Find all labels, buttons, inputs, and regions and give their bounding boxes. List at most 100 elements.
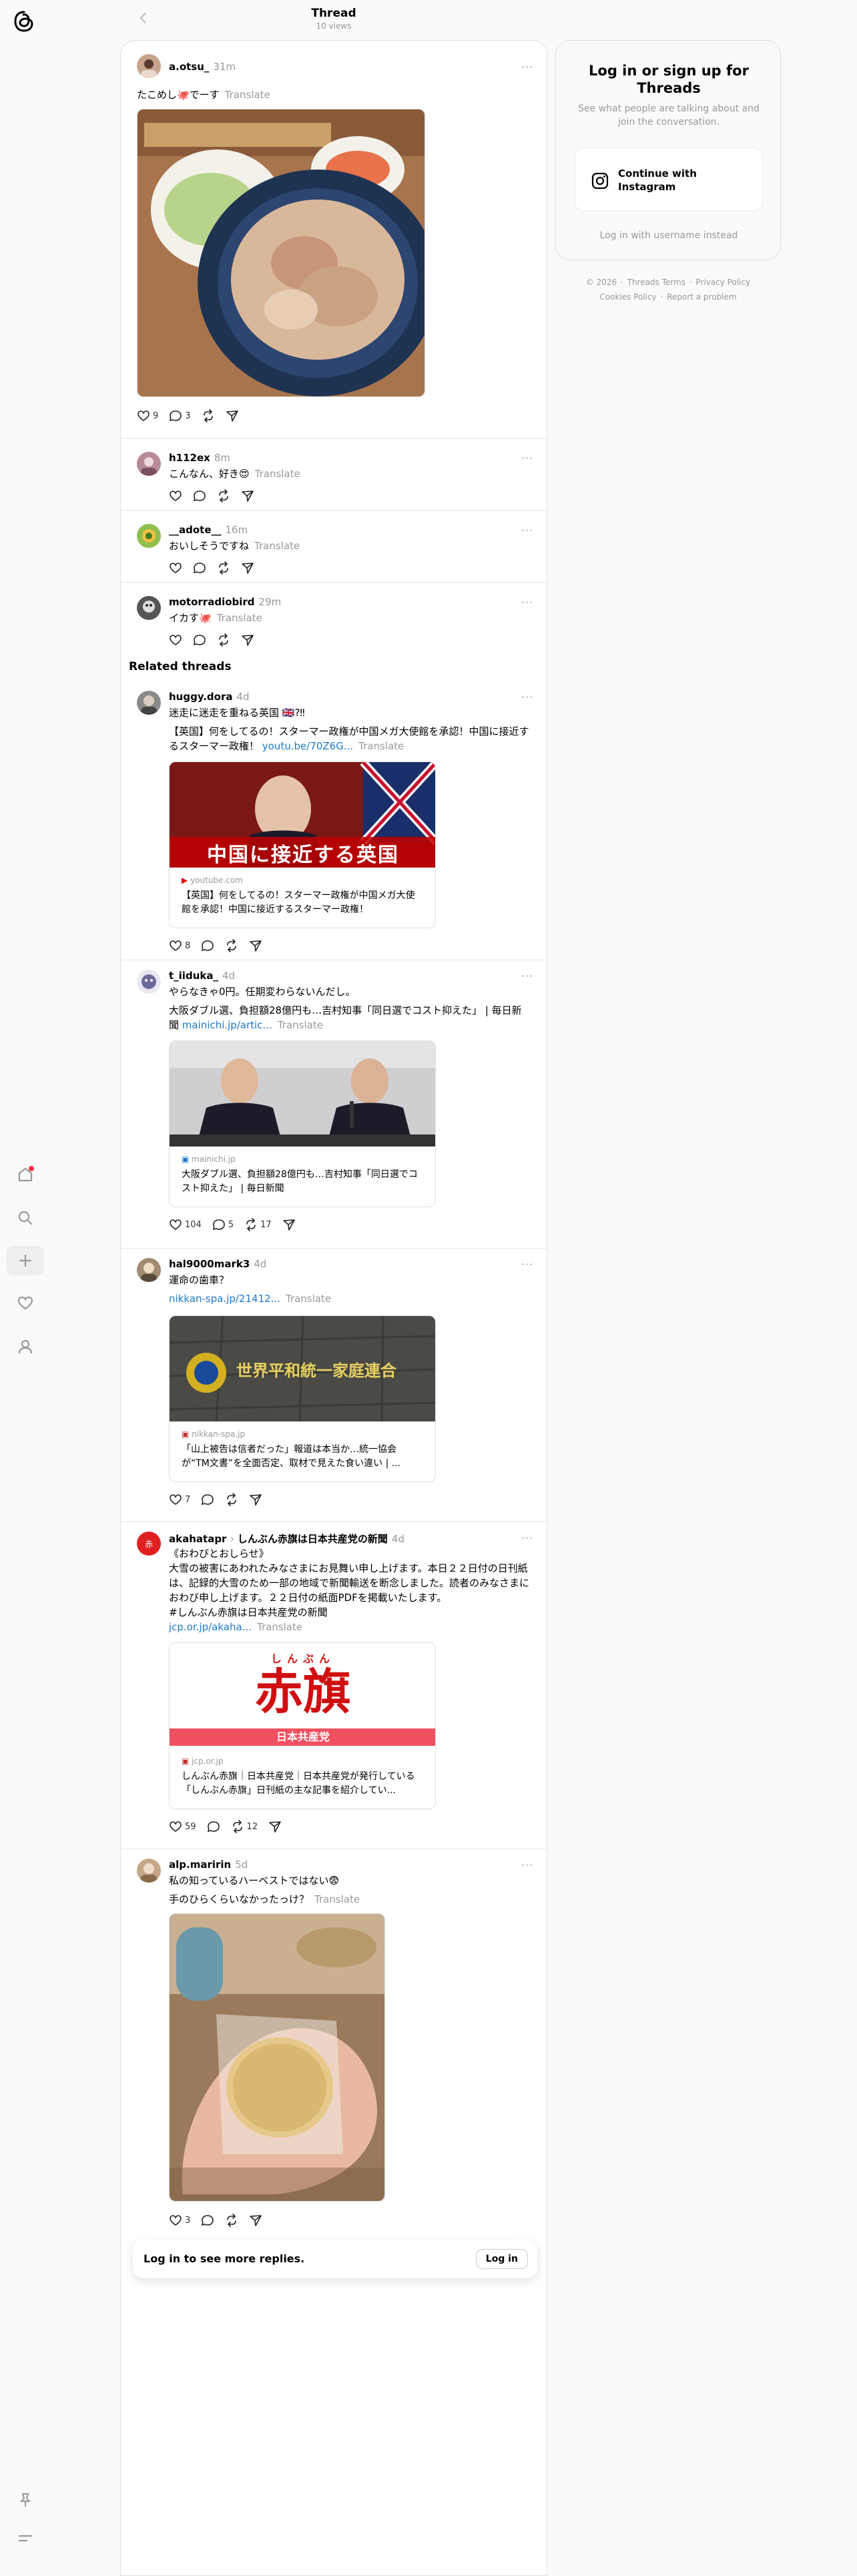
post-username[interactable]: huggy.dora 4d xyxy=(169,691,250,703)
post-link[interactable]: mainichi.jp/artic... xyxy=(182,1019,272,1031)
translate-link[interactable]: Translate xyxy=(358,740,404,752)
like-button[interactable] xyxy=(169,633,182,647)
repost-button[interactable] xyxy=(217,633,230,647)
reply-button[interactable] xyxy=(201,1493,214,1506)
menu-icon[interactable] xyxy=(13,2526,37,2550)
more-icon[interactable]: ··· xyxy=(521,691,533,703)
avatar[interactable]: 赤 xyxy=(137,1532,161,1556)
community-name[interactable]: しんぶん赤旗は日本共産党の新聞 xyxy=(238,1533,388,1545)
translate-link[interactable]: Translate xyxy=(225,89,270,101)
translate-link[interactable]: Translate xyxy=(255,468,300,480)
avatar[interactable] xyxy=(137,54,161,78)
avatar[interactable] xyxy=(137,524,161,548)
terms-link[interactable]: Threads Terms xyxy=(627,278,685,287)
link-card[interactable]: 世界平和統一家庭連合 ▣ nikkan-spa.jp 「山上被告は信者だった」報… xyxy=(169,1315,436,1482)
share-button[interactable] xyxy=(249,2214,262,2227)
search-icon[interactable] xyxy=(13,1206,37,1230)
like-button[interactable]: 7 xyxy=(169,1493,190,1506)
translate-link[interactable]: Translate xyxy=(286,1293,331,1305)
more-icon[interactable]: ··· xyxy=(521,596,533,609)
reply-button[interactable] xyxy=(193,489,206,503)
privacy-link[interactable]: Privacy Policy xyxy=(695,278,750,287)
post-username[interactable]: a.otsu_ 31m xyxy=(169,61,236,73)
like-button[interactable]: 9 xyxy=(137,409,158,422)
more-icon[interactable]: ··· xyxy=(521,1859,533,1871)
repost-button[interactable] xyxy=(225,2214,238,2227)
link-card[interactable]: しんぶん 赤旗 日本共産党 ▣ jcp.or.jp しんぶん赤旗｜日本共産党｜日… xyxy=(169,1642,436,1809)
like-button[interactable] xyxy=(169,489,182,503)
hashtag[interactable]: #しんぶん赤旗は日本共産党の新聞 xyxy=(169,1605,529,1620)
repost-button[interactable] xyxy=(217,489,230,503)
translate-link[interactable]: Translate xyxy=(278,1019,323,1031)
share-button[interactable] xyxy=(241,489,254,503)
avatar[interactable] xyxy=(137,691,161,715)
repost-button[interactable] xyxy=(225,1493,238,1506)
like-button[interactable]: 104 xyxy=(169,1218,202,1231)
create-icon[interactable] xyxy=(7,1246,44,1275)
share-button[interactable] xyxy=(241,561,254,575)
post-username[interactable]: hal9000mark3 4d xyxy=(169,1258,266,1270)
report-problem-link[interactable]: Report a problem xyxy=(667,292,736,302)
post-username[interactable]: h112ex 8m xyxy=(169,452,230,464)
post-username[interactable]: __adote__ 16m xyxy=(169,524,248,536)
more-icon[interactable]: ··· xyxy=(521,970,533,982)
repost-button[interactable]: 12 xyxy=(231,1820,258,1833)
repost-button[interactable] xyxy=(225,939,238,952)
like-button[interactable]: 59 xyxy=(169,1820,196,1833)
reply-button[interactable]: 3 xyxy=(169,409,191,422)
activity-heart-icon[interactable] xyxy=(13,1291,37,1315)
share-button[interactable] xyxy=(268,1820,282,1833)
profile-icon[interactable] xyxy=(13,1335,37,1359)
like-button[interactable]: 3 xyxy=(169,2214,190,2227)
avatar[interactable] xyxy=(137,1859,161,1883)
more-icon[interactable]: ··· xyxy=(521,1258,533,1271)
home-icon[interactable] xyxy=(13,1163,37,1187)
post-username[interactable]: motorradiobird 29m xyxy=(169,596,281,608)
post-username[interactable]: akahatapr › しんぶん赤旗は日本共産党の新聞 4d xyxy=(169,1532,404,1546)
login-button[interactable]: Log in xyxy=(475,2249,528,2269)
reply-button[interactable] xyxy=(193,633,206,647)
translate-link[interactable]: Translate xyxy=(314,1893,360,1905)
avatar[interactable] xyxy=(137,452,161,476)
reply-button[interactable] xyxy=(201,939,214,952)
post-image-cookie[interactable] xyxy=(169,1913,385,2202)
reply-button[interactable] xyxy=(193,561,206,575)
username-login-link[interactable]: Log in with username instead xyxy=(556,230,782,241)
page-title: Thread xyxy=(311,7,356,20)
avatar[interactable] xyxy=(137,1258,161,1282)
like-button[interactable]: 8 xyxy=(169,939,190,952)
like-button[interactable] xyxy=(169,561,182,575)
share-button[interactable] xyxy=(241,633,254,647)
share-button[interactable] xyxy=(249,939,262,952)
repost-button[interactable] xyxy=(202,409,215,422)
more-icon[interactable]: ··· xyxy=(521,1532,533,1544)
link-card[interactable]: ▣ mainichi.jp 大阪ダブル選、負担額28億円も…吉村知事「同日選でコ… xyxy=(169,1040,436,1207)
translate-link[interactable]: Translate xyxy=(257,1621,302,1633)
continue-with-instagram-button[interactable]: Continue with Instagram xyxy=(575,147,763,212)
avatar[interactable] xyxy=(137,970,161,994)
reply-button[interactable]: 5 xyxy=(212,1218,234,1231)
share-button[interactable] xyxy=(249,1493,262,1506)
post-link[interactable]: youtu.be/70Z6G... xyxy=(262,740,353,752)
post-link[interactable]: jcp.or.jp/akaha... xyxy=(169,1621,252,1633)
post-username[interactable]: alp.maririn 5d xyxy=(169,1859,248,1871)
share-button[interactable] xyxy=(282,1218,296,1231)
translate-link[interactable]: Translate xyxy=(254,540,300,552)
share-button[interactable] xyxy=(226,409,239,422)
repost-button[interactable]: 17 xyxy=(244,1218,272,1231)
avatar[interactable] xyxy=(137,596,161,620)
reply-button[interactable] xyxy=(207,1820,220,1833)
post-link[interactable]: nikkan-spa.jp/21412... xyxy=(169,1293,280,1305)
repost-button[interactable] xyxy=(217,561,230,575)
post-username[interactable]: t_iiduka_ 4d xyxy=(169,970,235,982)
pin-icon[interactable] xyxy=(13,2488,37,2512)
more-icon[interactable]: ··· xyxy=(521,61,533,73)
reply-button[interactable] xyxy=(201,2214,214,2227)
more-icon[interactable]: ··· xyxy=(521,524,533,537)
more-icon[interactable]: ··· xyxy=(521,452,533,464)
link-card[interactable]: 中国に接近する英国 ▶ youtube.com 【英国】何をしてるの！スターマー… xyxy=(169,761,436,928)
translate-link[interactable]: Translate xyxy=(217,612,262,624)
post-image-takomeshi[interactable] xyxy=(137,109,425,397)
cookies-link[interactable]: Cookies Policy xyxy=(599,292,656,302)
threads-logo-icon[interactable] xyxy=(12,9,36,33)
